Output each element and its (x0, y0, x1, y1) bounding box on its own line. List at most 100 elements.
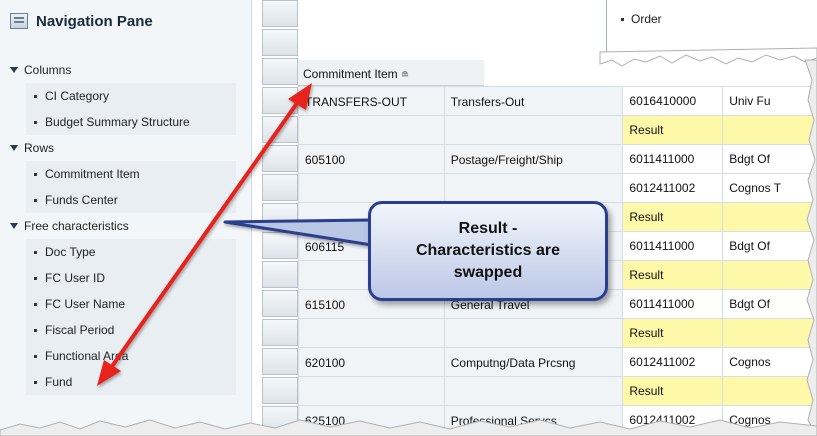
row-selector[interactable] (262, 261, 298, 288)
table-row: 6012411002 Cognos T (298, 173, 817, 203)
table-cell[interactable] (298, 376, 445, 406)
result-cell[interactable]: Result (622, 260, 724, 290)
navigation-pane-title: Navigation Pane (36, 12, 153, 30)
table-cell[interactable]: Postage/Freight/Ship (443, 144, 624, 174)
nav-item[interactable]: CI Category (26, 83, 236, 109)
row-selector[interactable] (262, 116, 298, 143)
result-cell[interactable]: Result (622, 318, 724, 348)
nav-item[interactable]: Fund (26, 369, 236, 395)
table-cell[interactable] (722, 376, 817, 406)
table-cell[interactable]: Bdgt Of (722, 289, 817, 319)
row-selector[interactable] (262, 290, 298, 317)
nav-item-label: Budget Summary Structure (45, 115, 190, 129)
bullet-icon (621, 18, 624, 22)
table-cell[interactable]: 6011411000 (622, 289, 724, 319)
result-cell[interactable]: Result (622, 202, 724, 232)
row-selector[interactable] (262, 348, 298, 375)
bullet-icon (34, 120, 37, 124)
nav-item[interactable]: Fiscal Period (26, 317, 236, 343)
bullet-icon (34, 302, 37, 306)
table-row: Result (298, 318, 817, 348)
table-cell[interactable]: 6011411000 (622, 144, 724, 174)
nav-section[interactable]: Columns (0, 57, 252, 83)
table-cell[interactable]: Professional Servcs (443, 405, 624, 435)
bullet-icon (34, 328, 37, 332)
sort-icon[interactable]: ≘ (401, 70, 409, 81)
table-cell[interactable]: Univ Fu (722, 86, 817, 116)
nav-item[interactable]: FC User ID (26, 265, 236, 291)
column-header-commitment-item[interactable]: Commitment Item ≘ (298, 60, 484, 86)
row-selector[interactable] (262, 232, 298, 259)
table-cell[interactable] (443, 376, 624, 406)
bullet-icon (34, 250, 37, 254)
table-cell[interactable]: Bdgt Of (722, 231, 817, 261)
expand-triangle-icon[interactable] (10, 145, 18, 151)
row-selector[interactable] (262, 377, 298, 404)
table-cell[interactable]: 6012411002 (622, 173, 724, 203)
row-selector[interactable] (262, 0, 298, 27)
table-row: TRANSFERS-OUT Transfers-Out 6016410000 Univ… (298, 86, 817, 116)
table-row: Result (298, 376, 817, 406)
table-cell[interactable] (298, 173, 445, 203)
table-cell[interactable] (722, 202, 817, 232)
expand-triangle-icon[interactable] (10, 223, 18, 229)
column-characteristic-box: Order (606, 0, 817, 62)
row-selector[interactable] (262, 174, 298, 201)
nav-item[interactable]: Doc Type (26, 239, 236, 265)
nav-item[interactable]: Commitment Item (26, 161, 236, 187)
result-cell[interactable]: Result (622, 376, 724, 406)
nav-item-label: CI Category (45, 89, 110, 103)
nav-section[interactable]: Free characteristics (0, 213, 252, 239)
bullet-icon (34, 94, 37, 98)
navigation-pane-icon (10, 13, 28, 29)
table-cell[interactable] (722, 260, 817, 290)
table-cell[interactable] (443, 318, 624, 348)
nav-item-label: Doc Type (45, 245, 96, 259)
nav-item-label: FC User Name (45, 297, 126, 311)
nav-item[interactable]: Budget Summary Structure (26, 109, 236, 135)
nav-section[interactable]: Rows (0, 135, 252, 161)
table-cell[interactable] (722, 318, 817, 348)
order-label[interactable]: Order (631, 12, 662, 26)
nav-item[interactable]: Functional Area (26, 343, 236, 369)
table-cell[interactable]: 6012411002 (622, 347, 724, 377)
nav-section-label: Free characteristics (24, 219, 129, 233)
table-cell[interactable] (298, 318, 445, 348)
table-cell[interactable]: 605100 (298, 144, 445, 174)
row-selector[interactable] (262, 406, 298, 433)
table-cell[interactable]: 6011411000 (622, 231, 724, 261)
table-cell[interactable]: TRANSFERS-OUT (298, 86, 445, 116)
table-cell[interactable]: Cognos (722, 347, 817, 377)
table-cell[interactable] (298, 115, 445, 145)
table-row: 605100 Postage/Freight/Ship 6011411000 Bdgt… (298, 144, 817, 174)
row-selector[interactable] (262, 29, 298, 56)
expand-triangle-icon[interactable] (10, 67, 18, 73)
nav-item[interactable]: FC User Name (26, 291, 236, 317)
table-cell[interactable]: 625100 (298, 405, 445, 435)
table-cell[interactable] (722, 115, 817, 145)
row-selector[interactable] (262, 203, 298, 230)
nav-item-label: Functional Area (45, 349, 129, 363)
nav-section-label: Columns (24, 63, 72, 77)
table-cell[interactable]: 6012411002 (622, 405, 724, 435)
table-cell[interactable]: Cognos (722, 405, 817, 435)
table-cell[interactable] (443, 173, 624, 203)
nav-item-label: FC User ID (45, 271, 105, 285)
row-selector[interactable] (262, 319, 298, 346)
table-cell[interactable]: Bdgt Of (722, 144, 817, 174)
grid-header-area: Order (298, 0, 817, 62)
table-cell[interactable]: Cognos T (722, 173, 817, 203)
row-selector[interactable] (262, 145, 298, 172)
table-cell[interactable]: Computng/Data Prcsng (443, 347, 624, 377)
table-cell[interactable] (443, 115, 624, 145)
row-selector[interactable] (262, 87, 298, 114)
table-cell[interactable]: Transfers-Out (443, 86, 624, 116)
table-cell[interactable]: 6016410000 (622, 86, 724, 116)
nav-item[interactable]: Funds Center (26, 187, 236, 213)
bullet-icon (34, 276, 37, 280)
row-selector[interactable] (262, 58, 298, 85)
result-cell[interactable]: Result (622, 115, 724, 145)
bullet-icon (34, 198, 37, 202)
column-header-label: Commitment Item (303, 67, 398, 81)
table-cell[interactable]: 620100 (298, 347, 445, 377)
